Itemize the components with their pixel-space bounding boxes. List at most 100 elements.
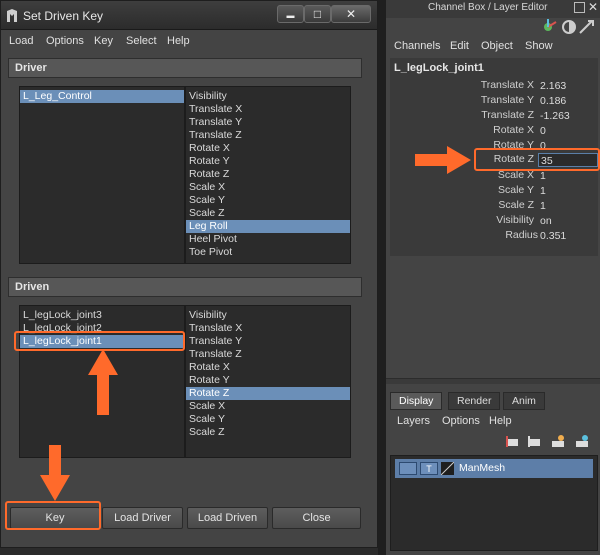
attr-value[interactable]: on [538,214,598,228]
channel-box-panel: Channel Box / Layer Editor ✕ Channels Ed… [386,0,600,555]
list-item[interactable]: Visibility [186,90,350,103]
menu-help[interactable]: Help [489,415,512,427]
channel-box-menu-bar: Channels Edit Object Show [386,38,600,56]
panel-separator [378,0,386,555]
attr-name: Rotate X [493,124,534,136]
list-item[interactable]: Translate X [186,322,350,335]
menu-select[interactable]: Select [126,35,157,47]
list-item[interactable]: Translate Y [186,116,350,129]
menu-options[interactable]: Options [46,35,84,47]
list-item[interactable]: Scale Z [186,426,350,439]
layer-name[interactable]: ManMesh [459,462,505,474]
driven-attribute-list[interactable]: Visibility Translate X Translate Y Trans… [185,305,351,458]
tab-display[interactable]: Display [390,392,443,410]
attr-value[interactable]: 1 [538,184,598,198]
menu-layers[interactable]: Layers [397,415,430,427]
list-item[interactable]: Rotate Y [186,155,350,168]
selected-object-name: L_legLock_joint1 [394,62,484,74]
attr-name: Visibility [496,214,534,226]
channel-box-tool-icons[interactable] [536,18,598,36]
list-item[interactable]: Visibility [186,309,350,322]
list-item[interactable]: Rotate Y [186,374,350,387]
maya-app-icon [7,9,17,22]
close-icon[interactable]: ✕ [588,0,598,14]
attr-row-translate-y[interactable]: Translate Y 0.186 [390,94,598,108]
driver-section-header[interactable]: Driver [8,58,362,78]
menu-channels[interactable]: Channels [394,40,440,52]
attr-name: Translate X [480,79,534,91]
attr-value[interactable]: 1 [538,169,598,183]
highlight-rotate-z [474,148,600,171]
attr-value[interactable]: 0 [538,124,598,138]
close-button[interactable]: ✕ [331,5,371,23]
title-bar[interactable]: Set Driven Key ▬ □ ✕ [1,1,377,30]
attr-row-rotate-x[interactable]: Rotate X 0 [390,124,598,138]
menu-options[interactable]: Options [442,415,480,427]
list-item-selected[interactable]: Leg Roll [186,220,350,233]
menu-bar: Load Options Key Select Help [1,31,377,53]
list-item[interactable]: L_Leg_Control [20,90,184,103]
list-item[interactable]: Rotate X [186,142,350,155]
attr-value[interactable]: 0.351 [538,229,598,243]
list-item[interactable]: Rotate Z [186,168,350,181]
close-icon: ✕ [345,7,357,21]
right-arrow-icon [415,146,471,174]
list-item[interactable]: L_legLock_joint3 [20,309,184,322]
list-item[interactable]: Toe Pivot [186,246,350,259]
list-item[interactable]: Rotate X [186,361,350,374]
menu-load[interactable]: Load [9,35,33,47]
menu-edit[interactable]: Edit [450,40,469,52]
close-dialog-button[interactable]: Close [272,507,361,529]
panel-resize-handle[interactable] [386,378,600,384]
attr-row-translate-x[interactable]: Translate X 2.163 [390,79,598,93]
list-item[interactable]: Translate Z [186,348,350,361]
list-item[interactable]: Scale Y [186,194,350,207]
channel-box-title: Channel Box / Layer Editor [428,2,548,13]
driver-object-list[interactable]: L_Leg_Control [19,86,185,264]
load-driver-button[interactable]: Load Driver [102,507,183,529]
new-layer-icons[interactable] [504,433,600,451]
menu-show[interactable]: Show [525,40,553,52]
list-item[interactable]: Scale X [186,181,350,194]
layer-row[interactable]: T ManMesh [395,459,593,478]
layer-color-swatch[interactable] [441,462,454,475]
attr-name: Radius [505,229,538,241]
tab-render[interactable]: Render [448,392,501,410]
list-item[interactable]: Translate X [186,103,350,116]
layer-type-toggle[interactable]: T [420,462,438,475]
attr-value[interactable]: 0.186 [538,94,598,108]
attr-name: Translate Z [481,109,534,121]
layer-editor-menu-bar: Layers Options Help [386,412,600,430]
attr-value[interactable]: 2.163 [538,79,598,93]
tab-anim[interactable]: Anim [503,392,545,410]
list-item[interactable]: Scale Y [186,413,350,426]
menu-key[interactable]: Key [94,35,113,47]
highlight-key-button [5,501,101,530]
attr-row-visibility[interactable]: Visibility on [390,214,598,228]
attr-row-scale-y[interactable]: Scale Y 1 [390,184,598,198]
attr-row-scale-z[interactable]: Scale Z 1 [390,199,598,213]
minimize-button[interactable]: ▬ [277,5,304,23]
channel-box-title-bar[interactable]: Channel Box / Layer Editor ✕ [386,0,600,18]
maximize-button[interactable]: □ [304,5,331,23]
window-title: Set Driven Key [23,9,104,23]
attr-row-radius[interactable]: Radius 0.351 [390,229,598,243]
attr-row-translate-z[interactable]: Translate Z -1.263 [390,109,598,123]
layer-visibility-toggle[interactable] [399,462,417,475]
list-item[interactable]: Scale Z [186,207,350,220]
attr-value[interactable]: 1 [538,199,598,213]
list-item[interactable]: Scale X [186,400,350,413]
layer-editor-tabs: Display Render Anim [390,392,598,410]
list-item-selected[interactable]: Rotate Z [186,387,350,400]
attr-value[interactable]: -1.263 [538,109,598,123]
driver-attribute-list[interactable]: Visibility Translate X Translate Y Trans… [185,86,351,264]
list-item[interactable]: Heel Pivot [186,233,350,246]
list-item[interactable]: Translate Y [186,335,350,348]
load-driven-button[interactable]: Load Driven [187,507,268,529]
menu-object[interactable]: Object [481,40,513,52]
highlight-driven-object [14,331,185,351]
list-item[interactable]: Translate Z [186,129,350,142]
dock-icon[interactable] [574,2,585,13]
driven-section-header[interactable]: Driven [8,277,362,297]
menu-help[interactable]: Help [167,35,190,47]
